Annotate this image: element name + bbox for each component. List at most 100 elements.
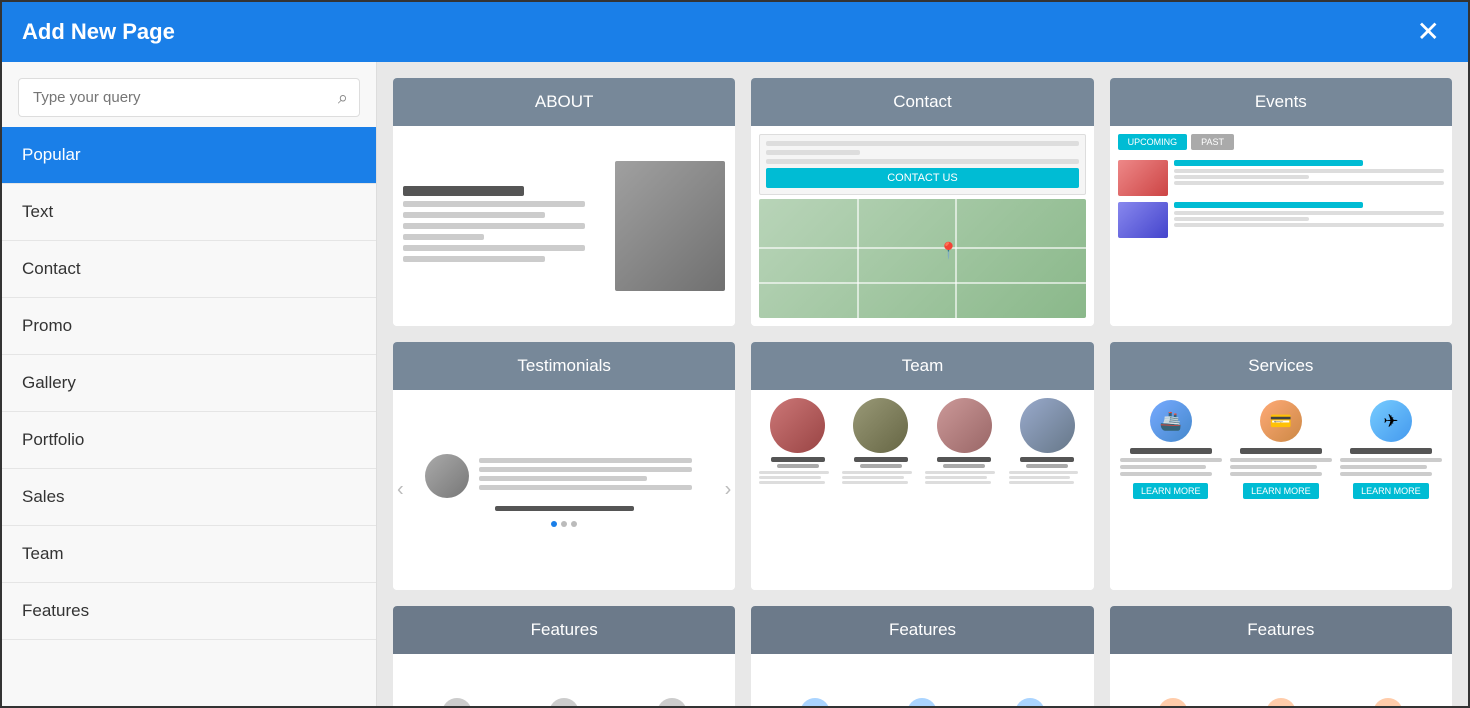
- modal-body: ⌕ Popular Text Contact Promo Gallery: [2, 62, 1468, 706]
- card-events-preview: UPCOMING PAST: [1110, 126, 1452, 326]
- event-text-1: [1174, 160, 1444, 187]
- card-features-3-preview: [1110, 654, 1452, 706]
- event-image-1: [1118, 160, 1168, 196]
- team-member-4: [1009, 398, 1086, 486]
- about-line3: [403, 223, 585, 229]
- sidebar-item-contact[interactable]: Contact: [2, 241, 376, 298]
- map-pin: 📍: [939, 241, 959, 261]
- testimonial-name: [495, 506, 634, 511]
- service-icon-2: 💳: [1260, 400, 1302, 442]
- service-btn-1: LEARN MORE: [1133, 483, 1209, 499]
- features-2-content: [751, 682, 1093, 706]
- sidebar-item-gallery[interactable]: Gallery: [2, 355, 376, 412]
- team-member-1: [759, 398, 836, 486]
- card-services[interactable]: Services 🚢 LEARN MORE: [1110, 342, 1452, 590]
- about-text: [403, 186, 605, 267]
- search-box: ⌕: [18, 78, 360, 117]
- dot-1[interactable]: [551, 521, 557, 527]
- about-line2: [403, 212, 545, 218]
- about-image: [615, 161, 725, 291]
- testimonial-content: [425, 454, 702, 527]
- service-btn-2: LEARN MORE: [1243, 483, 1319, 499]
- event-item-1: [1118, 160, 1444, 196]
- services-preview-content: 🚢 LEARN MORE 💳: [1110, 390, 1452, 590]
- card-events-header: Events: [1110, 78, 1452, 126]
- service-btn-3: LEARN MORE: [1353, 483, 1429, 499]
- card-about-header: ABOUT: [393, 78, 735, 126]
- service-icon-3: ✈: [1370, 400, 1412, 442]
- testimonial-text: [479, 458, 702, 494]
- card-team-header: Team: [751, 342, 1093, 390]
- sidebar-item-team[interactable]: Team: [2, 526, 376, 583]
- team-photo-2: [853, 398, 908, 453]
- card-features-3[interactable]: Features: [1110, 606, 1452, 706]
- testimonial-next-arrow[interactable]: ›: [725, 479, 732, 502]
- team-photo-4: [1020, 398, 1075, 453]
- about-line4: [403, 234, 484, 240]
- cards-grid: ABOUT: [393, 78, 1452, 706]
- event-text-2: [1174, 202, 1444, 229]
- testimonial-row: [425, 454, 702, 498]
- contact-form: CONTACT US: [759, 134, 1085, 195]
- service-icon-1: 🚢: [1150, 400, 1192, 442]
- contact-preview-content: CONTACT US 📍: [751, 126, 1093, 326]
- dot-3[interactable]: [571, 521, 577, 527]
- sidebar-list: Popular Text Contact Promo Gallery Portf…: [2, 127, 376, 706]
- card-team-preview: [751, 390, 1093, 590]
- sidebar-item-portfolio[interactable]: Portfolio: [2, 412, 376, 469]
- team-members-list: [759, 398, 1085, 486]
- sidebar-item-features[interactable]: Features: [2, 583, 376, 640]
- service-item-1: 🚢 LEARN MORE: [1120, 400, 1222, 580]
- contact-submit-btn: CONTACT US: [766, 168, 1078, 188]
- card-features-1-header: Features: [393, 606, 735, 654]
- close-button[interactable]: ✕: [1409, 14, 1448, 50]
- testimonial-dots: [551, 521, 577, 527]
- event-btn-past: PAST: [1191, 134, 1234, 150]
- card-features-2-header: Features: [751, 606, 1093, 654]
- search-input[interactable]: [18, 78, 360, 117]
- card-testimonials[interactable]: Testimonials ‹: [393, 342, 735, 590]
- card-contact-header: Contact: [751, 78, 1093, 126]
- card-team[interactable]: Team: [751, 342, 1093, 590]
- sidebar-item-sales[interactable]: Sales: [2, 469, 376, 526]
- testimonial-avatar: [425, 454, 469, 498]
- event-btn-upcoming: UPCOMING: [1118, 134, 1188, 150]
- service-item-2: 💳 LEARN MORE: [1230, 400, 1332, 580]
- sidebar-item-promo[interactable]: Promo: [2, 298, 376, 355]
- event-image-2: [1118, 202, 1168, 238]
- about-line1: [403, 201, 585, 207]
- sidebar-item-popular[interactable]: Popular: [2, 127, 376, 184]
- card-features-3-header: Features: [1110, 606, 1452, 654]
- dot-2[interactable]: [561, 521, 567, 527]
- card-testimonials-header: Testimonials: [393, 342, 735, 390]
- card-features-1[interactable]: Features: [393, 606, 735, 706]
- card-about[interactable]: ABOUT: [393, 78, 735, 326]
- testimonials-preview-content: ‹: [393, 390, 735, 590]
- about-title-line: [403, 186, 524, 196]
- team-member-2: [842, 398, 919, 486]
- card-events[interactable]: Events UPCOMING PAST: [1110, 78, 1452, 326]
- team-photo-3: [937, 398, 992, 453]
- team-photo-1: [770, 398, 825, 453]
- features-1-content: [393, 682, 735, 706]
- features-3-content: [1110, 682, 1452, 706]
- search-icon: ⌕: [338, 87, 348, 108]
- contact-map: 📍: [759, 199, 1085, 318]
- events-preview-content: UPCOMING PAST: [1110, 126, 1452, 326]
- team-preview-content: [751, 390, 1093, 590]
- about-line6: [403, 256, 545, 262]
- modal: Add New Page ✕ ⌕ Popular Text Contact: [0, 0, 1470, 708]
- sidebar: ⌕ Popular Text Contact Promo Gallery: [2, 62, 377, 706]
- card-services-preview: 🚢 LEARN MORE 💳: [1110, 390, 1452, 590]
- testimonial-prev-arrow[interactable]: ‹: [397, 479, 404, 502]
- about-preview-content: [393, 126, 735, 326]
- events-buttons: UPCOMING PAST: [1118, 134, 1444, 150]
- card-features-2-preview: [751, 654, 1093, 706]
- card-features-2[interactable]: Features: [751, 606, 1093, 706]
- sidebar-item-text[interactable]: Text: [2, 184, 376, 241]
- main-content: ABOUT: [377, 62, 1468, 706]
- card-about-preview: [393, 126, 735, 326]
- about-line5: [403, 245, 585, 251]
- team-member-3: [925, 398, 1002, 486]
- card-contact[interactable]: Contact CONTACT US: [751, 78, 1093, 326]
